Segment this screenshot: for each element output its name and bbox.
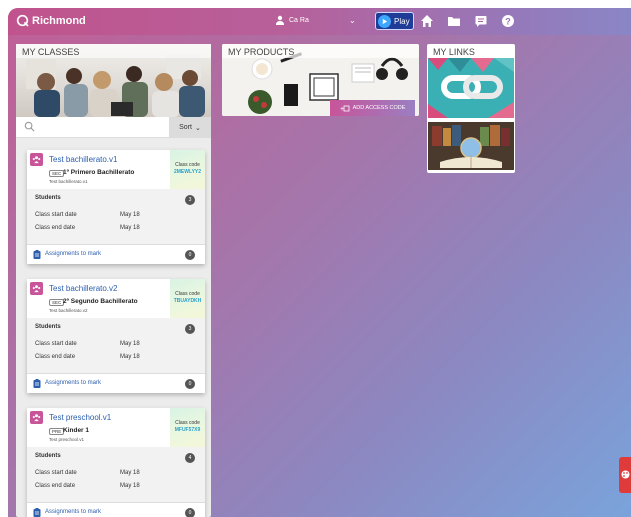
students-count-badge: 3 — [185, 195, 195, 205]
clipboard-icon — [33, 250, 41, 259]
folder-icon[interactable] — [447, 14, 461, 28]
sort-label: Sort — [179, 124, 192, 131]
students-label: Students — [35, 453, 61, 459]
app-window: Richmond Ca Ra ⌄ Play ? MY CLASSES Sort … — [8, 8, 631, 517]
start-date-value: May 18 — [120, 212, 140, 218]
class-card-header: Test preschool.v1 PRE Kinder 1 Test pres… — [27, 408, 205, 447]
class-subtitle: Test bachillerato.v1 — [49, 179, 88, 184]
class-code-value: MFUF57X9 — [174, 427, 201, 433]
add-access-code-button[interactable]: + ADD ACCESS CODE — [330, 100, 415, 116]
group-icon — [30, 282, 43, 295]
svg-text:?: ? — [505, 16, 511, 26]
start-date-value: May 18 — [120, 470, 140, 476]
class-card[interactable]: Test bachillerato.v2 SEC 2º Segundo Bach… — [27, 279, 205, 393]
end-date-label: Class end date — [35, 483, 76, 489]
level-tag: PRE — [49, 428, 65, 435]
level-name: Kinder 1 — [63, 427, 90, 434]
svg-text:+: + — [340, 106, 344, 112]
level-tag: SEC — [49, 299, 65, 306]
assignments-to-mark-link[interactable]: Assignments to mark 0 — [27, 502, 205, 517]
end-date-value: May 18 — [120, 483, 140, 489]
add-code-icon: + — [340, 105, 349, 112]
brand-name: Richmond — [32, 14, 86, 27]
my-links-title: MY LINKS — [433, 47, 475, 57]
class-card[interactable]: Test preschool.v1 PRE Kinder 1 Test pres… — [27, 408, 205, 517]
assignments-count-badge: 0 — [185, 250, 195, 260]
class-name-link[interactable]: Test bachillerato.v2 — [49, 284, 117, 293]
user-icon — [276, 15, 284, 25]
play-button[interactable]: Play — [375, 12, 414, 30]
class-code-box: Class code 2MEWLYY2 — [170, 150, 205, 189]
start-date-label: Class start date — [35, 341, 77, 347]
group-icon — [30, 411, 43, 424]
clipboard-icon — [33, 508, 41, 517]
level-tag: SEC — [49, 170, 65, 177]
assignments-label: Assignments to mark — [45, 509, 102, 515]
clipboard-icon — [33, 379, 41, 388]
class-name-link[interactable]: Test bachillerato.v1 — [49, 155, 117, 164]
my-products-panel[interactable]: MY PRODUCTS + ADD ACCESS CODE — [222, 44, 419, 116]
class-name-link[interactable]: Test preschool.v1 — [49, 413, 111, 422]
brand-logo[interactable]: Richmond — [16, 14, 86, 27]
side-palette-tab[interactable] — [619, 457, 631, 493]
assignments-to-mark-link[interactable]: Assignments to mark 0 — [27, 244, 205, 264]
group-icon — [30, 153, 43, 166]
help-icon[interactable]: ? — [501, 14, 515, 28]
students-label: Students — [35, 324, 61, 330]
my-classes-title: MY CLASSES — [22, 47, 80, 57]
add-access-code-label: ADD ACCESS CODE — [352, 105, 406, 111]
class-card-header: Test bachillerato.v2 SEC 2º Segundo Bach… — [27, 279, 205, 318]
top-bar: Richmond Ca Ra ⌄ Play ? — [8, 8, 631, 35]
end-date-label: Class end date — [35, 225, 76, 231]
class-card-header: Test bachillerato.v1 SEC 1º Primero Bach… — [27, 150, 205, 189]
start-date-value: May 18 — [120, 341, 140, 347]
user-menu[interactable]: Ca Ra — [275, 15, 309, 25]
class-code-label: Class code — [175, 162, 200, 168]
search-icon[interactable] — [24, 121, 35, 132]
richmond-logo-icon — [16, 14, 29, 27]
play-label: Play — [394, 16, 410, 26]
chevron-down-icon: ⌄ — [194, 124, 201, 132]
class-card[interactable]: Test bachillerato.v1 SEC 1º Primero Bach… — [27, 150, 205, 264]
class-subtitle: Test preschool.v1 — [49, 437, 85, 442]
assignments-count-badge: 0 — [185, 379, 195, 389]
search-input[interactable] — [38, 120, 158, 134]
class-code-value: 2MEWLYY2 — [173, 169, 202, 175]
students-label: Students — [35, 195, 61, 201]
my-products-title: MY PRODUCTS — [228, 47, 295, 57]
students-count-badge: 3 — [185, 324, 195, 334]
user-name: Ca Ra — [289, 16, 309, 24]
assignments-count-badge: 0 — [185, 508, 195, 517]
assignments-label: Assignments to mark — [45, 251, 102, 257]
assignments-to-mark-link[interactable]: Assignments to mark 0 — [27, 373, 205, 393]
end-date-label: Class end date — [35, 354, 76, 360]
class-code-box: Class code MFUF57X9 — [170, 408, 205, 447]
level-name: 2º Segundo Bachillerato — [63, 298, 138, 305]
play-icon — [378, 14, 391, 28]
class-code-label: Class code — [175, 420, 200, 426]
palette-icon — [621, 470, 630, 479]
link-tile-library[interactable] — [428, 122, 514, 170]
chevron-down-icon[interactable]: ⌄ — [349, 16, 356, 25]
home-icon[interactable] — [420, 14, 434, 28]
class-code-label: Class code — [175, 291, 200, 297]
my-links-panel: MY LINKS — [427, 44, 515, 173]
class-code-value: TBUAYDKH — [173, 298, 202, 304]
start-date-label: Class start date — [35, 212, 77, 218]
end-date-value: May 18 — [120, 354, 140, 360]
class-subtitle: Test bachillerato.v2 — [49, 308, 88, 313]
chat-icon[interactable] — [474, 14, 488, 28]
class-search-bar: Sort ⌄ — [16, 117, 211, 138]
class-code-box: Class code TBUAYDKH — [170, 279, 205, 318]
start-date-label: Class start date — [35, 470, 77, 476]
level-name: 1º Primero Bachillerato — [63, 169, 135, 176]
assignments-label: Assignments to mark — [45, 380, 102, 386]
end-date-value: May 18 — [120, 225, 140, 231]
students-count-badge: 4 — [185, 453, 195, 463]
link-tile-chain[interactable] — [428, 58, 514, 118]
my-classes-panel: MY CLASSES Sort ⌄ Test bachillerato.v1 S… — [16, 44, 211, 517]
sort-dropdown[interactable]: Sort ⌄ — [169, 117, 211, 138]
